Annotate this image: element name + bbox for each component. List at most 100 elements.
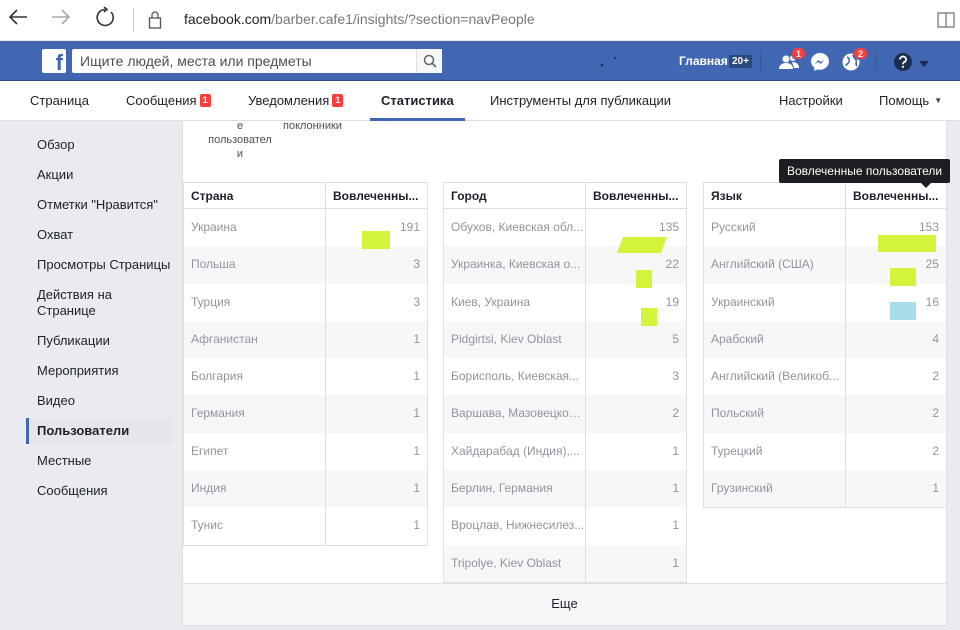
tab-notifications[interactable]: Уведомления 1	[248, 81, 344, 121]
engaged-count: 22	[585, 246, 686, 289]
city-name: Берлин, Германия	[451, 481, 553, 496]
table-row: Киев, Украина 19	[444, 283, 686, 326]
engaged-count: 1	[325, 470, 427, 508]
tab-label: Статистика	[381, 93, 454, 108]
table-header: Страна Вовлеченны...	[184, 182, 427, 209]
reading-view-icon[interactable]	[936, 10, 956, 30]
table-row: Египет 1	[184, 432, 427, 471]
table-row: Афганистан 1	[184, 320, 427, 359]
sidebar-item-people[interactable]: Пользователи	[26, 418, 172, 444]
table-row: Английский (Великоб... 2	[704, 358, 946, 396]
tab-label: Сообщения	[126, 93, 197, 108]
topbar-divider	[876, 51, 877, 71]
engaged-count: 1	[325, 358, 427, 396]
tab-publishing-tools[interactable]: Инструменты для публикации	[490, 81, 671, 121]
refresh-icon[interactable]	[91, 6, 119, 34]
engaged-count: 1	[585, 544, 686, 582]
engaged-count: 1	[585, 432, 686, 471]
country-name: Индия	[191, 481, 227, 496]
column-header-engaged[interactable]: Вовлеченны...	[585, 183, 686, 208]
language-rows: Русский 153 Английский (США) 25 Украинский…	[704, 209, 946, 508]
column-header-country[interactable]: Страна	[184, 183, 325, 208]
engaged-count: 2	[585, 395, 686, 433]
messenger-icon[interactable]	[809, 51, 831, 73]
table-row: Украинка, Киевская о... 22	[444, 246, 686, 289]
sidebar-item-posts[interactable]: Публикации	[26, 328, 172, 354]
table-row: Турция 3	[184, 283, 427, 321]
help-icon[interactable]	[892, 51, 914, 73]
sidebar-item-events[interactable]: Мероприятия	[26, 358, 172, 384]
sidebar-item-local[interactable]: Местные	[26, 448, 172, 474]
sidebar-item-page-actions[interactable]: Действия на Странице	[26, 282, 172, 324]
table-row: Pidgirtsi, Kiev Oblast 5	[444, 320, 686, 359]
forward-icon[interactable]	[47, 6, 75, 34]
engaged-value: 25	[925, 257, 939, 272]
engaged-count: 135	[585, 209, 686, 253]
tab-label: Помощь	[879, 93, 930, 108]
tab-messages[interactable]: Сообщения 1	[126, 81, 211, 121]
table-row: Арабский 4	[704, 320, 946, 359]
tab-help[interactable]: Помощь ▼	[879, 81, 942, 121]
country-name: Турция	[191, 294, 231, 309]
sidebar-item-likes[interactable]: Отметки "Нравится"	[26, 192, 172, 218]
avatar[interactable]	[598, 53, 654, 69]
facebook-logo-icon[interactable]: f	[42, 49, 66, 73]
table-row: Вроцлав, Нижнесилез... 1	[444, 507, 686, 545]
tab-badge: 1	[199, 94, 211, 107]
table-row: Тунис 1	[184, 507, 427, 545]
column-header-language[interactable]: Язык	[704, 183, 845, 208]
engaged-value: 191	[399, 220, 420, 234]
tab-label: Уведомления	[248, 93, 330, 108]
column-header-city[interactable]: Город	[444, 183, 585, 208]
sidebar-item-messages[interactable]: Сообщения	[26, 478, 172, 504]
engaged-count: 1	[325, 395, 427, 433]
facebook-top-bar: f Главная 20+ 1 2	[0, 41, 960, 81]
tab-badge: 1	[332, 94, 344, 107]
people-insights-panel: е пользовател и поклонники Страна Вовлеч…	[182, 121, 947, 626]
account-menu-arrow-icon[interactable]	[918, 56, 930, 67]
home-count-badge: 20+	[729, 55, 752, 68]
country-rows: Украина 191 Польша 3 Турция 3 Афганистан 1 Б…	[184, 209, 427, 545]
address-bar[interactable]: facebook.com/barber.cafe1/insights/?sect…	[184, 11, 535, 27]
engaged-count: 3	[585, 358, 686, 396]
city-name: Борисполь, Киевская...	[451, 369, 580, 384]
friends-badge: 1	[791, 47, 807, 60]
country-name: Германия	[191, 406, 245, 421]
tab-insights[interactable]: Статистика	[370, 81, 465, 121]
insights-sidebar: Обзор Акции Отметки "Нравится" Охват Про…	[26, 132, 172, 508]
city-table: Город Вовлеченны... Обухов, Киевская обл…	[443, 182, 687, 583]
engaged-value: 135	[658, 220, 679, 234]
search-icon	[423, 54, 437, 68]
search-button[interactable]	[416, 49, 442, 73]
engaged-count: 2	[845, 358, 946, 396]
table-header: Город Вовлеченны...	[444, 182, 686, 209]
tab-settings[interactable]: Настройки	[779, 81, 843, 121]
table-row: Обухов, Киевская обл... 135	[444, 209, 686, 253]
column-tooltip: Вовлеченные пользователи	[779, 159, 951, 188]
engaged-count: 3	[325, 246, 427, 284]
column-header-engaged[interactable]: Вовлеченны...	[325, 183, 427, 208]
country-name: Польша	[191, 257, 236, 272]
sidebar-item-promotions[interactable]: Акции	[26, 162, 172, 188]
language-name: Турецкий	[711, 443, 763, 458]
back-icon[interactable]	[4, 6, 32, 34]
engaged-value: 153	[918, 220, 939, 234]
sidebar-item-page-views[interactable]: Просмотры Страницы	[26, 252, 172, 278]
sidebar-item-overview[interactable]: Обзор	[26, 132, 172, 158]
search-input[interactable]	[72, 49, 412, 73]
country-name: Тунис	[191, 518, 223, 533]
sidebar-item-videos[interactable]: Видео	[26, 388, 172, 414]
url-path: /barber.cafe1/insights/?section=navPeopl…	[271, 11, 535, 27]
table-row: Русский 153	[704, 209, 946, 252]
city-name: Хайдарабад (Индия),...	[451, 443, 580, 458]
tab-page[interactable]: Страница	[30, 81, 89, 121]
lock-icon[interactable]	[148, 10, 162, 30]
home-link[interactable]: Главная	[679, 54, 728, 68]
table-row: Турецкий 2	[704, 432, 946, 471]
show-more-button[interactable]: Еще	[183, 583, 946, 625]
cutoff-legend-label: поклонники	[283, 121, 342, 132]
topbar-divider	[760, 51, 761, 71]
table-header: Язык Вовлеченны...	[704, 182, 946, 209]
table-row: Варшава, Мазовецкое... 2	[444, 395, 686, 433]
sidebar-item-reach[interactable]: Охват	[26, 222, 172, 248]
